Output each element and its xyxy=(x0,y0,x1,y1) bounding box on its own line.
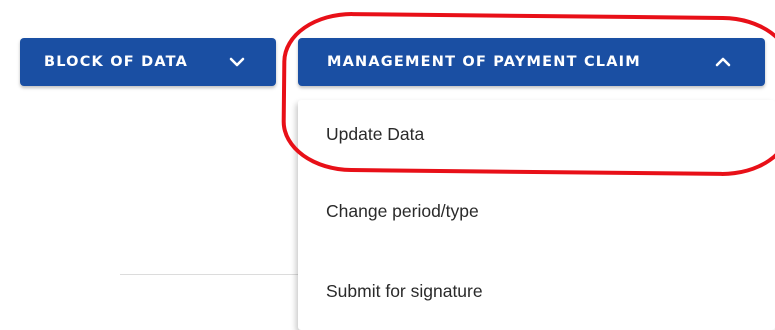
chevron-down-icon xyxy=(229,57,245,67)
management-label: MANAGEMENT OF PAYMENT CLAIM xyxy=(327,54,641,70)
menu-item-change-period-type[interactable]: Change period/type xyxy=(298,187,775,235)
chevron-up-icon xyxy=(715,57,731,67)
menu-item-label: Update Data xyxy=(326,123,425,144)
block-of-data-button[interactable]: BLOCK OF DATA xyxy=(20,38,276,86)
menu-item-submit-for-signature[interactable]: Submit for signature xyxy=(298,267,775,315)
management-of-payment-claim-button[interactable]: MANAGEMENT OF PAYMENT CLAIM xyxy=(298,38,765,86)
divider xyxy=(120,274,310,275)
menu-item-update-data[interactable]: Update Data xyxy=(298,110,775,158)
menu-item-label: Change period/type xyxy=(326,200,479,221)
block-of-data-label: BLOCK OF DATA xyxy=(44,54,189,70)
menu-item-label: Submit for signature xyxy=(326,280,483,301)
dropdown-menu: Update Data Change period/type Submit fo… xyxy=(298,100,775,330)
